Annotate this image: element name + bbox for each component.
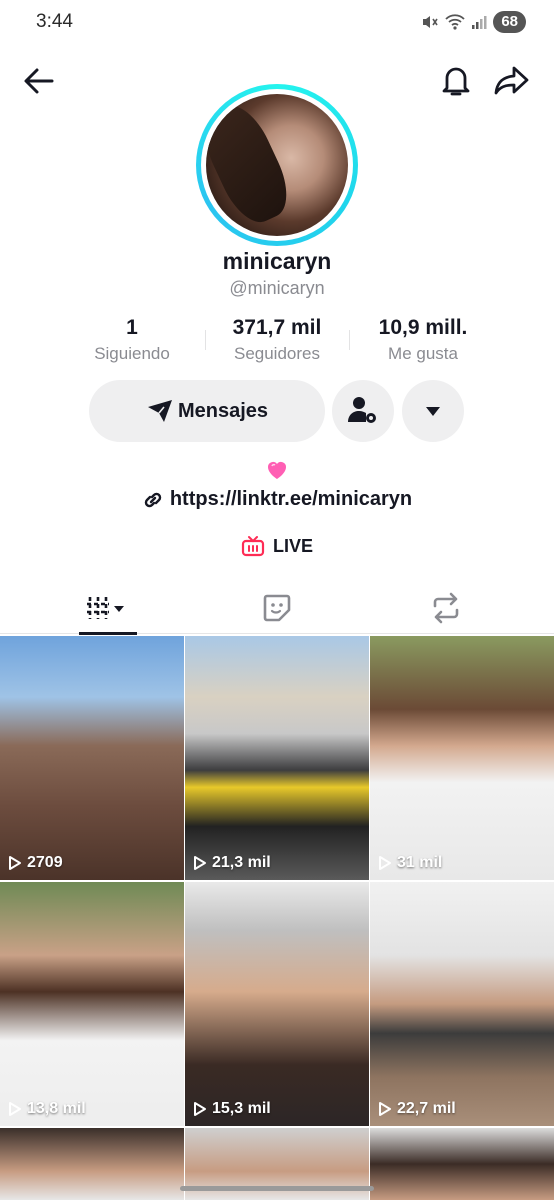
stat-likes[interactable]: 10,9 mill. Me gusta — [352, 316, 494, 364]
video-thumbnail[interactable]: 2709 — [0, 636, 184, 880]
live-events-button[interactable]: LIVE — [0, 535, 554, 557]
share-arrow-icon — [494, 66, 529, 95]
friend-settings-button[interactable] — [332, 380, 394, 442]
stat-value: 10,9 mill. — [378, 316, 468, 339]
stat-divider — [349, 330, 350, 350]
view-count: 2709 — [8, 854, 63, 872]
stat-value: 1 — [126, 316, 138, 339]
signal-icon — [472, 16, 487, 29]
view-count-text: 13,8 mil — [27, 1100, 86, 1117]
display-name: minicaryn — [222, 248, 332, 274]
more-suggestions-button[interactable] — [402, 380, 464, 442]
view-count-text: 15,3 mil — [212, 1100, 271, 1117]
video-thumbnail[interactable]: 21,3 mil — [185, 636, 369, 880]
play-outline-icon — [9, 856, 21, 870]
home-indicator[interactable] — [180, 1186, 374, 1191]
stat-followers[interactable]: 371,7 mil Seguidores — [208, 316, 346, 364]
live-label: LIVE — [272, 535, 313, 556]
user-settings-icon — [348, 397, 376, 423]
caret-down-icon — [426, 407, 440, 416]
view-count: 15,3 mil — [193, 1100, 271, 1118]
message-button[interactable]: Mensajes — [89, 380, 325, 442]
profile-stats: 1 Siguiendo 371,7 mil Seguidores 10,9 mi… — [60, 316, 494, 368]
view-count-text: 2709 — [27, 854, 63, 871]
video-thumbnail[interactable] — [370, 1128, 554, 1200]
video-grid-icon — [87, 597, 124, 619]
play-outline-icon — [194, 856, 206, 870]
status-time: 3:44 — [36, 11, 73, 32]
bio-link-text: https://linktr.ee/minicaryn — [169, 488, 413, 510]
status-icons: 68 — [421, 9, 526, 35]
play-outline-icon — [379, 856, 391, 870]
stat-divider — [205, 330, 206, 350]
pink-heart-emoji — [265, 458, 289, 482]
avatar-story-ring[interactable] — [196, 84, 358, 246]
bell-icon — [442, 67, 470, 96]
play-outline-icon — [379, 1102, 391, 1116]
stat-following[interactable]: 1 Siguiendo — [60, 316, 204, 364]
video-thumbnail[interactable]: 15,3 mil — [185, 882, 369, 1126]
view-count: 22,7 mil — [378, 1100, 456, 1118]
stat-value: 371,7 mil — [232, 316, 322, 339]
wifi-icon — [445, 14, 465, 30]
video-thumbnail[interactable]: 31 mil — [370, 636, 554, 880]
view-count: 21,3 mil — [193, 854, 271, 872]
username-handle: @minicaryn — [229, 278, 325, 298]
view-count-text: 31 mil — [397, 854, 443, 871]
notifications-button[interactable] — [436, 60, 476, 100]
bio-link[interactable]: https://linktr.ee/minicaryn — [0, 488, 554, 511]
share-button[interactable] — [492, 60, 532, 100]
link-icon — [144, 492, 162, 507]
sticker-icon — [263, 594, 291, 622]
send-icon — [147, 400, 172, 422]
tab-videos[interactable] — [76, 582, 140, 634]
battery-indicator: 68 — [493, 11, 526, 33]
stat-label: Me gusta — [388, 344, 458, 363]
view-count-text: 21,3 mil — [212, 854, 271, 871]
play-outline-icon — [9, 1102, 21, 1116]
view-count: 13,8 mil — [8, 1100, 86, 1118]
tab-favorites[interactable] — [246, 582, 308, 634]
back-button[interactable] — [20, 62, 58, 100]
arrow-left-icon — [24, 68, 54, 94]
repost-icon — [433, 592, 459, 624]
live-tv-icon — [241, 536, 265, 557]
tab-reposts[interactable] — [414, 582, 478, 634]
status-bar: 3:44 68 — [0, 0, 554, 44]
active-tab-indicator — [79, 632, 137, 635]
play-outline-icon — [194, 1102, 206, 1116]
avatar — [206, 94, 348, 236]
video-thumbnail[interactable] — [0, 1128, 184, 1200]
video-thumbnail[interactable]: 13,8 mil — [0, 882, 184, 1126]
mute-icon — [423, 16, 438, 28]
message-button-label: Mensajes — [177, 399, 269, 422]
stat-label: Seguidores — [233, 344, 320, 363]
profile-tabs — [0, 582, 554, 634]
view-count-text: 22,7 mil — [397, 1100, 456, 1117]
view-count: 31 mil — [378, 854, 442, 872]
video-thumbnail[interactable]: 22,7 mil — [370, 882, 554, 1126]
stat-label: Siguiendo — [94, 344, 170, 363]
